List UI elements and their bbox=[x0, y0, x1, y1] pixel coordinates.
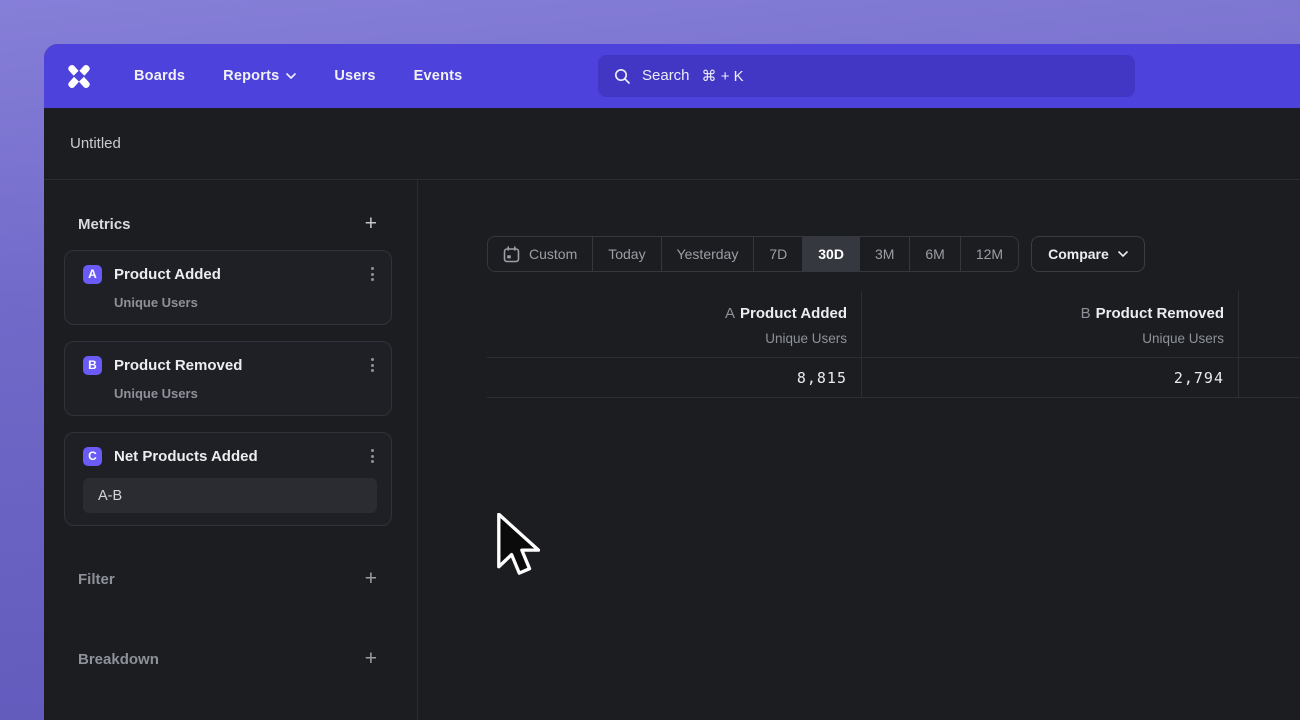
chevron-down-icon bbox=[286, 73, 296, 79]
nav-item-label: Reports bbox=[223, 68, 279, 84]
report-header: Untitled bbox=[44, 108, 1300, 180]
filter-label: Filter bbox=[78, 571, 115, 588]
metric-badge: C bbox=[83, 447, 102, 466]
column-name: Product Added bbox=[740, 305, 847, 322]
metric-measurement[interactable]: Unique Users bbox=[114, 386, 377, 401]
filter-header: Filter + bbox=[44, 565, 417, 593]
kebab-menu-icon[interactable] bbox=[368, 446, 377, 466]
main-panel: Custom Today Yesterday 7D 30D 3M 6M 12M … bbox=[418, 180, 1300, 720]
column-header: A Product Added Unique Users bbox=[487, 291, 861, 358]
range-yesterday[interactable]: Yesterday bbox=[662, 237, 755, 271]
metric-card-a[interactable]: A Product Added Unique Users bbox=[64, 250, 392, 325]
column-badge: B bbox=[1081, 305, 1091, 322]
column-header: B Product Removed Unique Users bbox=[862, 291, 1238, 358]
range-3m[interactable]: 3M bbox=[860, 237, 910, 271]
metric-name: Net Products Added bbox=[114, 448, 258, 465]
nav-item-reports[interactable]: Reports bbox=[223, 68, 296, 84]
range-30d-selected[interactable]: 30D bbox=[803, 237, 860, 271]
nav-item-events[interactable]: Events bbox=[414, 68, 463, 84]
range-today[interactable]: Today bbox=[593, 237, 661, 271]
metrics-table: A Product Added Unique Users 8,815 B Produ… bbox=[487, 291, 1300, 398]
table-column-clipped bbox=[1239, 291, 1300, 398]
add-filter-button[interactable]: + bbox=[365, 569, 377, 589]
nav-item-boards[interactable]: Boards bbox=[134, 68, 185, 84]
range-label: Yesterday bbox=[677, 246, 739, 262]
column-name: Product Removed bbox=[1096, 305, 1224, 322]
metrics-label: Metrics bbox=[78, 216, 131, 233]
range-label: 3M bbox=[875, 246, 894, 262]
table-column-a: A Product Added Unique Users 8,815 bbox=[487, 291, 862, 398]
search-icon bbox=[614, 68, 631, 85]
search-placeholder: Search ⌘ + K bbox=[642, 67, 744, 85]
date-range-segmented-control: Custom Today Yesterday 7D 30D 3M 6M 12M bbox=[487, 236, 1019, 272]
range-label: 7D bbox=[769, 246, 787, 262]
app-window: Boards Reports Users Events Search ⌘ + K… bbox=[44, 44, 1300, 720]
metric-name: Product Added bbox=[114, 266, 221, 283]
calendar-icon bbox=[503, 246, 520, 263]
metric-card-c[interactable]: C Net Products Added A-B bbox=[64, 432, 392, 526]
metric-value-a[interactable]: 8,815 bbox=[487, 358, 861, 398]
kebab-menu-icon[interactable] bbox=[368, 355, 377, 375]
range-label: 6M bbox=[925, 246, 944, 262]
report-title[interactable]: Untitled bbox=[70, 135, 121, 152]
nav-item-label: Boards bbox=[134, 68, 185, 84]
table-column-b: B Product Removed Unique Users 2,794 bbox=[862, 291, 1239, 398]
mixpanel-logo-icon[interactable] bbox=[62, 59, 96, 93]
compare-label: Compare bbox=[1048, 246, 1109, 262]
column-subtitle: Unique Users bbox=[862, 327, 1224, 351]
top-nav: Boards Reports Users Events Search ⌘ + K bbox=[44, 44, 1300, 108]
range-label: 30D bbox=[818, 246, 844, 262]
nav-item-label: Users bbox=[334, 68, 375, 84]
add-metric-button[interactable]: + bbox=[365, 214, 377, 234]
metric-card-b[interactable]: B Product Removed Unique Users bbox=[64, 341, 392, 416]
metrics-header: Metrics + bbox=[44, 210, 417, 238]
range-label: Custom bbox=[529, 246, 577, 262]
compare-button[interactable]: Compare bbox=[1031, 236, 1145, 272]
nav-item-users[interactable]: Users bbox=[334, 68, 375, 84]
metric-value-b[interactable]: 2,794 bbox=[862, 358, 1238, 398]
column-badge: A bbox=[725, 305, 735, 322]
range-custom[interactable]: Custom bbox=[488, 237, 593, 271]
metric-name: Product Removed bbox=[114, 357, 242, 374]
breakdown-label: Breakdown bbox=[78, 651, 159, 668]
range-12m[interactable]: 12M bbox=[961, 237, 1018, 271]
range-label: Today bbox=[608, 246, 645, 262]
nav-item-label: Events bbox=[414, 68, 463, 84]
range-6m[interactable]: 6M bbox=[910, 237, 960, 271]
add-breakdown-button[interactable]: + bbox=[365, 649, 377, 669]
metric-measurement[interactable]: Unique Users bbox=[114, 295, 377, 310]
metric-badge: A bbox=[83, 265, 102, 284]
range-7d[interactable]: 7D bbox=[754, 237, 803, 271]
date-toolbar: Custom Today Yesterday 7D 30D 3M 6M 12M … bbox=[487, 236, 1300, 272]
nav-menu: Boards Reports Users Events bbox=[134, 68, 462, 84]
chevron-down-icon bbox=[1118, 251, 1128, 257]
column-subtitle: Unique Users bbox=[487, 327, 847, 351]
search-input[interactable]: Search ⌘ + K bbox=[598, 55, 1135, 97]
formula-input[interactable]: A-B bbox=[83, 478, 377, 513]
breakdown-header: Breakdown + bbox=[44, 645, 417, 673]
query-sidebar: Metrics + A Product Added Unique Users B bbox=[44, 180, 418, 720]
mouse-cursor bbox=[496, 513, 540, 577]
metric-badge: B bbox=[83, 356, 102, 375]
range-label: 12M bbox=[976, 246, 1003, 262]
kebab-menu-icon[interactable] bbox=[368, 264, 377, 284]
